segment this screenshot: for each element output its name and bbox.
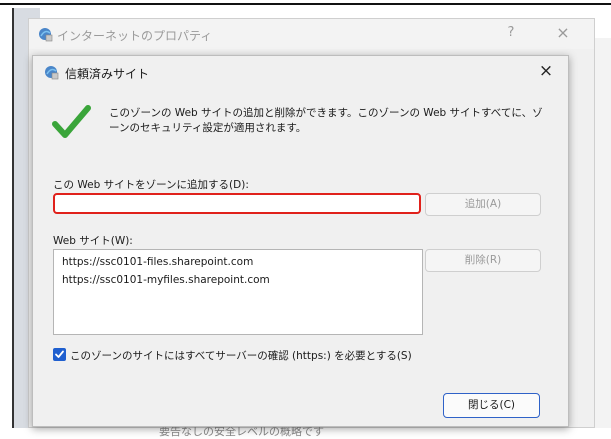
add-site-input[interactable]	[53, 193, 421, 214]
close-icon[interactable]: ×	[535, 61, 557, 81]
check-icon	[51, 104, 91, 140]
trusted-sites-title: 信頼済みサイト	[65, 67, 150, 81]
add-button[interactable]: 追加(A)	[425, 193, 541, 216]
screenshot-area: トワ ンの インターネットのプロパティ ? × 要告なしの安全レベルの概略です	[0, 8, 611, 438]
zone-description: このゾーンの Web サイトの追加と削除ができます。このゾーンの Web サイト…	[109, 107, 543, 134]
trusted-sites-titlebar: 信頼済みサイト ×	[33, 56, 568, 88]
checkbox-check-icon	[55, 350, 64, 358]
top-border-line	[0, 3, 611, 5]
internet-properties-title: インターネットのプロパティ	[57, 29, 213, 43]
require-https-checkbox[interactable]	[53, 348, 66, 361]
remove-button[interactable]: 削除(R)	[425, 249, 541, 272]
close-icon[interactable]: ×	[553, 23, 573, 42]
require-https-label: このゾーンのサイトにはすべてサーバーの確認 (https:) を必要とする(S)	[70, 350, 412, 362]
list-item[interactable]: https://ssc0101-files.sharepoint.com	[62, 256, 253, 268]
add-site-label: この Web サイトをゾーンに追加する(D):	[53, 179, 249, 191]
trusted-sites-dialog: 信頼済みサイト × このゾーンの Web サイトの追加と削除ができます。このゾー…	[32, 55, 569, 427]
close-button[interactable]: 閉じる(C)	[443, 393, 540, 418]
websites-label: Web サイト(W):	[53, 235, 133, 247]
list-item[interactable]: https://ssc0101-myfiles.sharepoint.com	[62, 274, 270, 286]
internet-options-icon	[43, 64, 59, 84]
internet-options-icon	[37, 26, 53, 46]
help-icon[interactable]: ?	[501, 25, 521, 40]
internet-properties-titlebar: インターネットのプロパティ ? ×	[29, 19, 594, 49]
websites-list[interactable]: https://ssc0101-files.sharepoint.com htt…	[53, 249, 423, 335]
